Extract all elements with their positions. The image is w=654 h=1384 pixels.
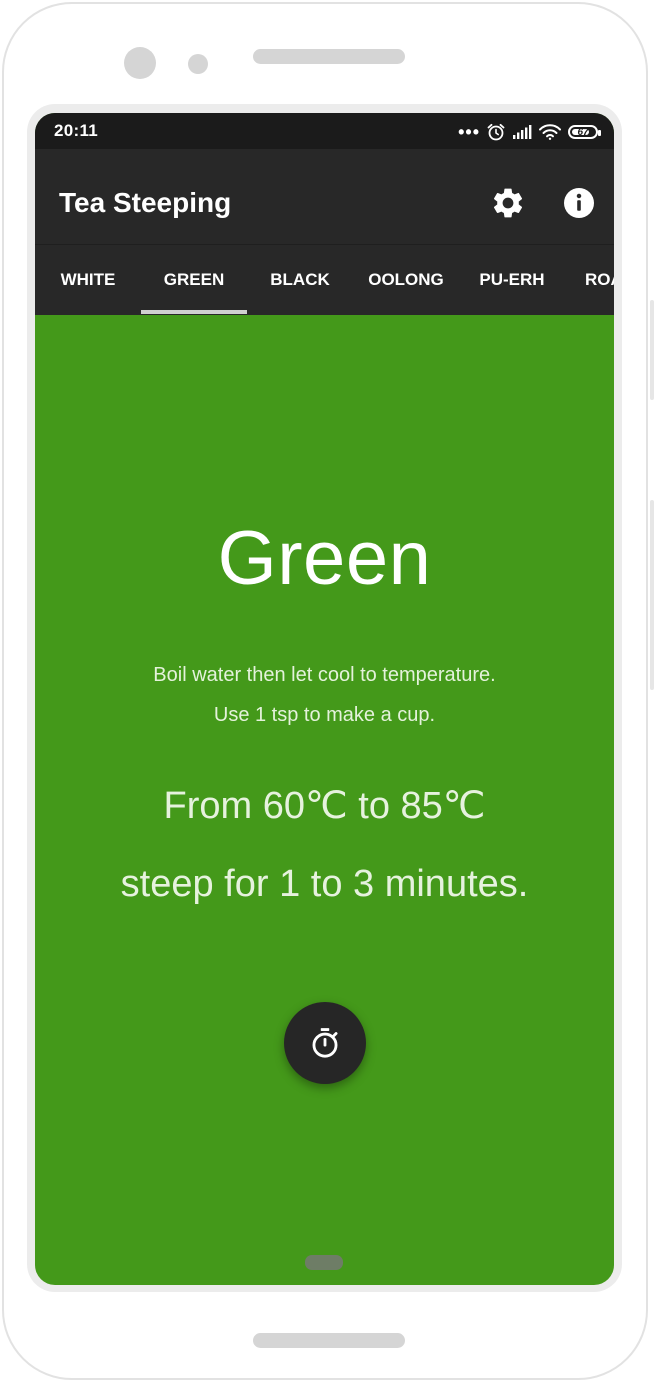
info-button[interactable] xyxy=(561,185,597,221)
instruction-boil: Boil water then let cool to temperature. xyxy=(153,664,496,686)
status-bar: 20:11 ••• 67 xyxy=(35,113,614,149)
status-time: 20:11 xyxy=(54,121,99,140)
tab-green[interactable]: GREEN xyxy=(141,245,247,315)
app-bar: Tea Steeping xyxy=(35,149,614,245)
alarm-icon xyxy=(487,123,505,141)
tea-name: Green xyxy=(217,516,432,601)
signal-icon xyxy=(513,125,532,139)
tab-pu-erh[interactable]: PU-ERH xyxy=(459,245,565,315)
selected-tab-indicator xyxy=(141,310,247,314)
tab-black[interactable]: BLACK xyxy=(247,245,353,315)
stopwatch-icon xyxy=(312,1028,338,1058)
gesture-nav-handle[interactable] xyxy=(305,1255,343,1270)
temperature-range: From 60℃ to 85℃ xyxy=(163,785,486,827)
battery-icon: 67 xyxy=(568,125,601,139)
gear-icon xyxy=(493,188,523,218)
wifi-icon xyxy=(539,124,561,140)
start-timer-button[interactable] xyxy=(284,1002,366,1084)
info-icon xyxy=(564,188,594,218)
tab-white[interactable]: WHITE xyxy=(35,245,141,315)
battery-level: 67 xyxy=(577,126,589,138)
tea-type-tabs: WHITE GREEN BLACK OOLONG PU-ERH ROA xyxy=(35,245,614,315)
instruction-amount: Use 1 tsp to make a cup. xyxy=(213,704,436,726)
tab-oolong[interactable]: OOLONG xyxy=(353,245,459,315)
tab-roasted[interactable]: ROA xyxy=(573,245,614,315)
phone-bottom-bar xyxy=(253,1333,405,1348)
tea-detail: Green Boil water then let cool to temper… xyxy=(35,315,614,1285)
steep-time: steep for 1 to 3 minutes. xyxy=(120,863,529,905)
proximity-sensor xyxy=(188,54,208,74)
earpiece-speaker xyxy=(253,49,405,64)
app-title: Tea Steeping xyxy=(59,187,232,218)
status-icons: ••• 67 xyxy=(458,122,601,142)
app-screen: 20:11 ••• 67 Tea Steeping WHITE GREEN BL… xyxy=(35,113,614,1285)
front-camera xyxy=(124,47,156,79)
volume-button xyxy=(650,300,654,400)
power-button xyxy=(650,500,654,690)
overflow-dots: ••• xyxy=(458,122,480,142)
settings-button[interactable] xyxy=(490,185,526,221)
